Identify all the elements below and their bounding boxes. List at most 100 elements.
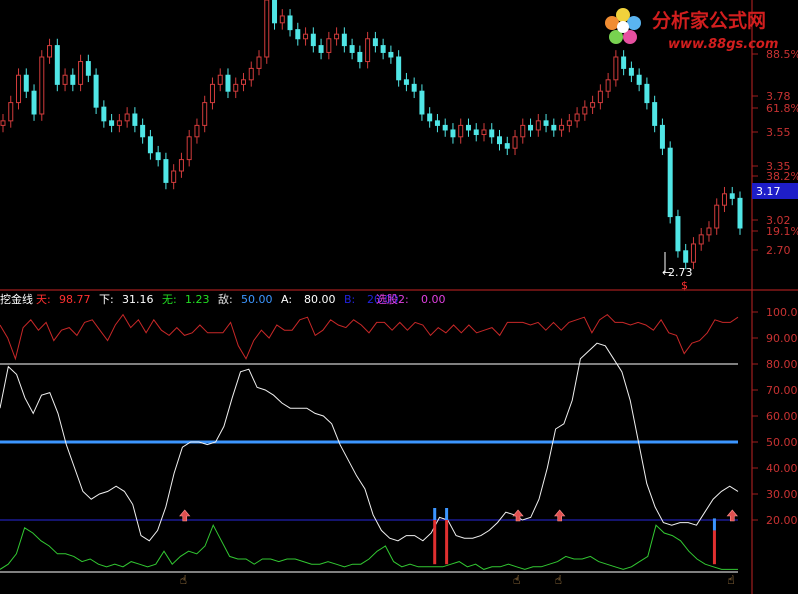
indicator-title: 挖金线 [0,292,33,306]
indicator-value-label: 敌: [218,292,233,306]
candle-body [93,74,99,108]
candle-body [481,129,487,136]
stock-chart[interactable]: 88.5%3.7861.8%3.553.3538.2%3.0219.1%2.70… [0,0,798,594]
candle-body [225,74,231,92]
candle-body [605,79,611,92]
price-tick-label: 38.2% [766,170,798,183]
low-marker-label: 2.73 [668,266,693,279]
candle-body [551,124,557,131]
candle-body [202,102,208,126]
candle-body [178,159,184,172]
indicator-value: 31.16 [122,293,154,306]
indicator-value-label: 天: [36,293,51,306]
candle-body [140,124,146,138]
candle-body [535,120,541,131]
current-price-label: 3.17 [756,185,781,198]
indicator-tick-label: 90.00 [766,332,798,345]
candle-body [582,106,588,115]
indicator-lines [0,313,739,573]
indicator-tick-label: 60.00 [766,410,798,423]
candle-body [388,51,394,58]
indicator-value: 98.77 [59,293,91,306]
indicator-right-axis: 100.00 90.00 80.00 70.00 60.00 50.00 40.00 30.0… [752,306,798,527]
candle-body [636,74,642,85]
buy-arrow-icon [554,509,566,522]
candle-body [124,113,130,122]
indicator-value-label: B: [344,293,355,306]
indicator-value-label: 下: [99,293,114,306]
candle-body [714,204,720,229]
candle-body [23,74,29,92]
candle-body [652,102,658,126]
candle-body [380,45,386,53]
candle-body [349,45,355,53]
candle-body [644,83,650,104]
candle-body [31,90,37,115]
candle-body [326,38,332,53]
candle-body [132,113,138,126]
candle-body [256,56,262,69]
candle-body [240,79,246,85]
candle-body [186,136,192,161]
indicator-value-label: 选股2: [376,293,409,306]
candle-body [473,129,479,136]
candle-body [667,147,673,218]
candle-body [465,124,471,131]
indicator-tick-label: 40.00 [766,462,798,475]
candle-body [365,38,371,63]
candle-body [310,33,316,47]
candle-body [497,136,503,145]
candle-body [442,124,448,131]
price-tick-label: 2.70 [766,244,791,257]
candle-body [659,124,665,149]
dollar-marker: $ [681,279,688,292]
candle-body [171,170,177,183]
candle-body [217,74,223,85]
candle-body [70,74,76,85]
candle-body [62,74,68,85]
candle-body [194,124,200,138]
candle-body [295,29,301,40]
candle-body [683,250,689,263]
candle-body [621,56,627,69]
candle-body [116,120,122,126]
candle-body [628,67,634,76]
candle-body [729,193,735,199]
candle-body [16,74,22,104]
candle-body [504,143,510,149]
series-line-wu [0,524,738,570]
candle-body [427,113,433,122]
candle-body [520,124,526,138]
candle-body [101,106,107,122]
indicator-tick-label: 30.00 [766,488,798,501]
candle-body [434,120,440,126]
indicator-value: 0.00 [421,293,446,306]
indicator-tick-label: 100.00 [766,306,798,319]
candle-body [559,124,565,131]
candle-body [334,33,340,40]
candle-body [737,197,743,229]
candle-body [209,83,215,104]
candle-body [543,120,549,126]
candle-body [528,124,534,131]
price-right-axis: 88.5%3.7861.8%3.553.3538.2%3.0219.1%2.70 [752,48,798,257]
candle-body [357,51,363,63]
logo-title: 分析家公式网 [652,9,766,32]
price-tick-label: 61.8% [766,102,798,115]
indicator-tick-label: 20.00 [766,514,798,527]
candle-body [411,83,417,92]
buy-arrow-icon [726,509,738,522]
candle-body [721,193,727,206]
indicator-value-label: A: [281,293,292,306]
low-marker-prefix: ← [662,266,671,279]
site-logo[interactable]: 分析家公式网 www.88gs.com [605,8,778,52]
candle-body [489,129,495,138]
candle-body [264,0,270,58]
hand-cursor-icon: ☝ [513,573,520,587]
candle-body [8,102,14,122]
indicator-values: 天: 98.77 下: 31.16 无: 1.23 敌: 50.00 A: 80.00 B: 20.0… [36,292,446,306]
candle-body [272,0,278,24]
price-tick-label: 3.55 [766,126,791,139]
candle-body [163,159,169,183]
candle-body [706,227,712,236]
